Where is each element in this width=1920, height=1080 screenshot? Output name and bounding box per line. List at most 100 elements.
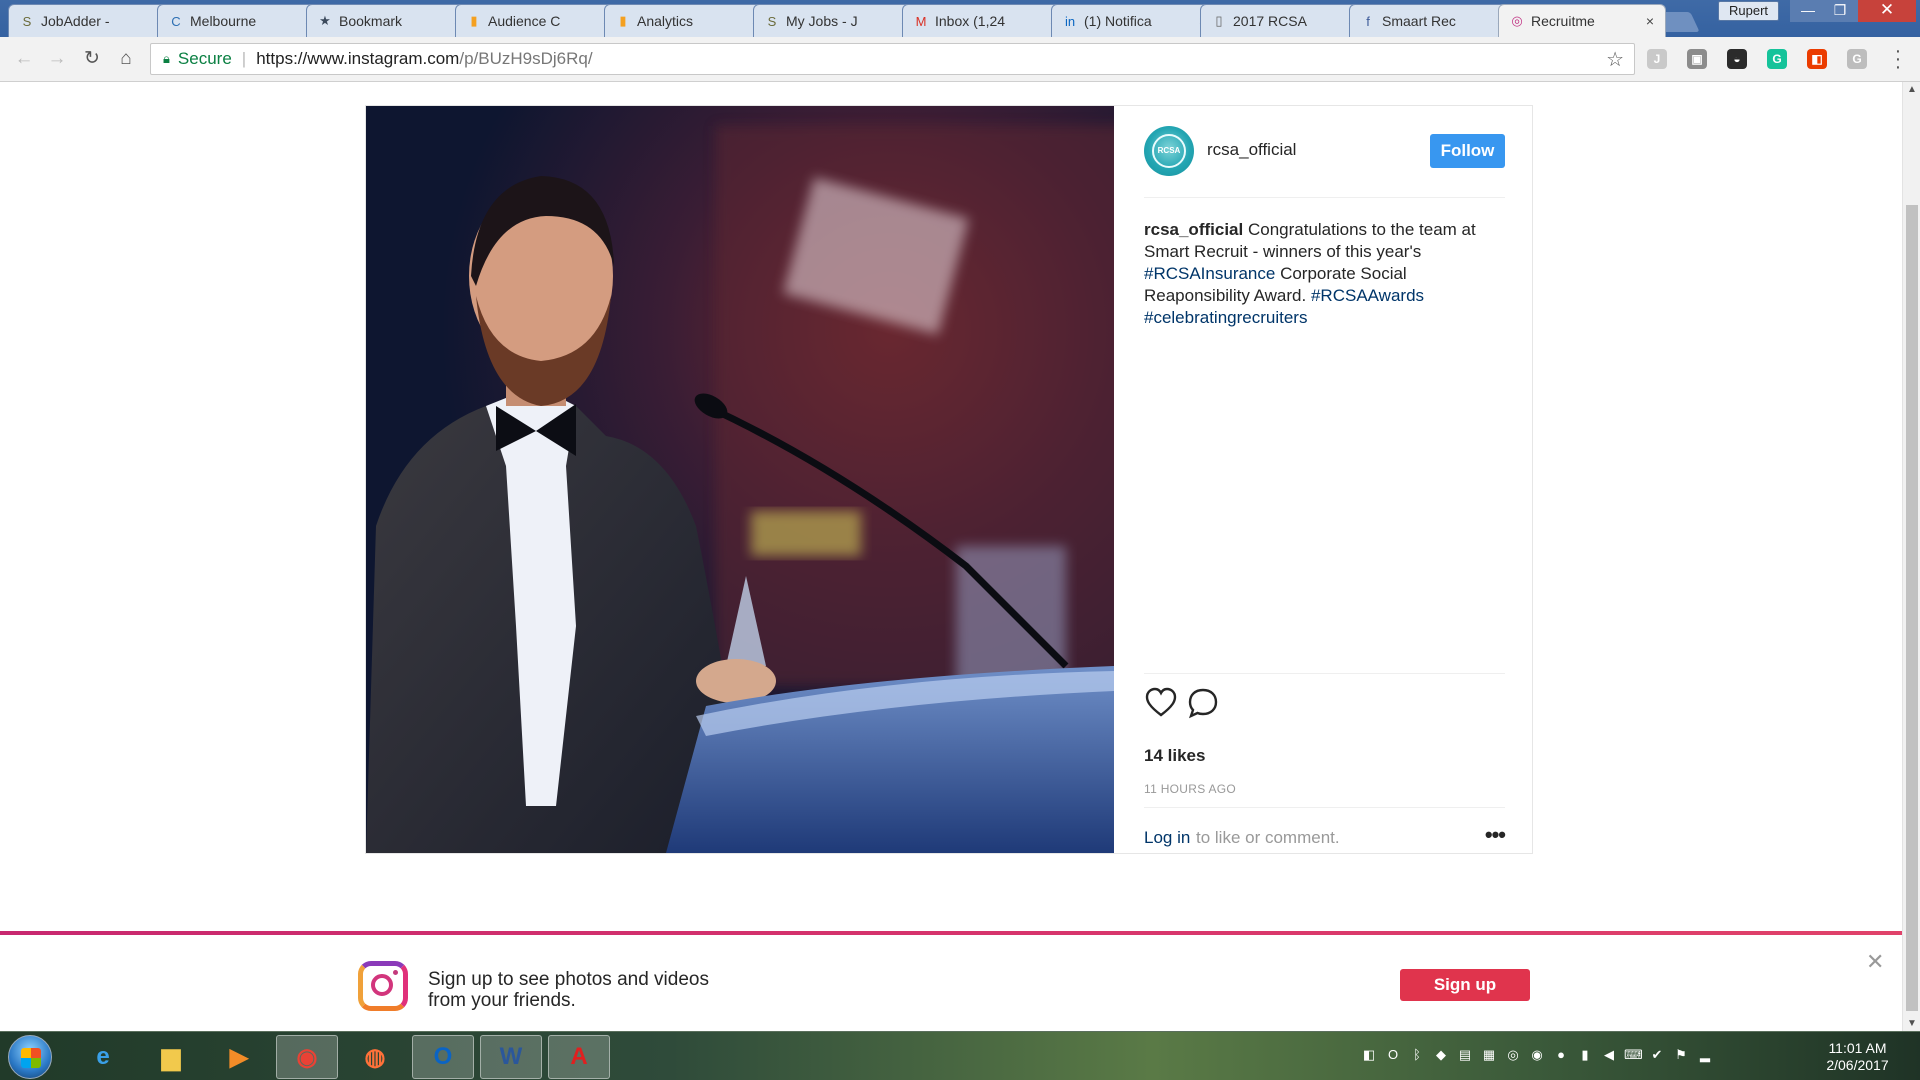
tab-close-icon[interactable]: × (1643, 13, 1657, 29)
recorder-icon[interactable]: ● (1552, 1046, 1570, 1064)
profile-button[interactable]: Rupert (1718, 1, 1780, 21)
webcam-icon[interactable]: ◎ (1504, 1046, 1522, 1064)
browser-tab[interactable]: ▮Analytics× (604, 4, 772, 37)
minimize-icon[interactable]: — (1790, 0, 1826, 22)
browser-menu-icon[interactable]: · · · (1893, 41, 1903, 77)
tab-label: (1) Notifica (1084, 13, 1152, 29)
notes-extension-icon[interactable]: ▣ (1687, 49, 1707, 69)
browser-tab[interactable]: in(1) Notifica× (1051, 4, 1219, 37)
volume-icon[interactable]: ◀ (1600, 1046, 1618, 1064)
grammarly-icon[interactable]: G (1767, 49, 1787, 69)
tab-label: Smaart Rec (1382, 13, 1456, 29)
comment-icon[interactable] (1186, 686, 1220, 720)
printer-icon[interactable]: ▦ (1480, 1046, 1498, 1064)
outlook-tray-icon[interactable]: O (1384, 1046, 1402, 1064)
office-tray-icon[interactable]: ◧ (1360, 1046, 1378, 1064)
forward-icon[interactable]: → (45, 47, 69, 71)
scroll-down-icon[interactable]: ▼ (1903, 1018, 1920, 1029)
scroll-up-icon[interactable]: ▲ (1903, 84, 1920, 95)
start-button[interactable] (8, 1035, 52, 1079)
keyboard-icon[interactable]: ⌨ (1624, 1046, 1643, 1064)
secure-label: Secure (177, 49, 232, 68)
jobadder-icon: S (767, 13, 777, 29)
tab-strip: SJobAdder -×CMelbourne×★Bookmark×▮Audien… (0, 0, 1920, 37)
jobadder-icon: S (22, 13, 32, 29)
tab-label: Inbox (1,24 (935, 13, 1006, 29)
address-bar[interactable]: 🔒︎ Secure | https://www.instagram.com /p… (150, 43, 1635, 75)
address-separator: | (241, 49, 247, 68)
security-icon[interactable]: ✔ (1648, 1046, 1666, 1064)
battery-icon[interactable]: ▮ (1576, 1046, 1594, 1064)
windows-taskbar: e ▆ ▶ ◉ ◍ O W A ◧ O ᛒ ◆ ▤ ▦ ◎ ◉ ● ▮ ◀ ⌨ ✔ ⚑ ▂ 11:01 AM 2/06/2… (0, 1031, 1920, 1080)
browser-tab[interactable]: fSmaart Rec× (1349, 4, 1517, 37)
page-scrollbar[interactable]: ▲ ▼ (1902, 82, 1920, 1031)
more-options-icon[interactable]: ••• (1485, 822, 1506, 848)
likes-count[interactable]: 14 likes (1144, 746, 1205, 766)
browser-toolbar: ← → ↻ ⌂ 🔒︎ Secure | https://www.instagra… (0, 37, 1920, 82)
tab-label: Audience C (488, 13, 561, 29)
browser-tab[interactable]: SMy Jobs - J× (753, 4, 921, 37)
instagram-logo-icon (358, 961, 408, 1011)
follow-button[interactable]: Follow (1430, 134, 1505, 168)
system-tray: ◧ O ᛒ ◆ ▤ ▦ ◎ ◉ ● ▮ ◀ ⌨ ✔ ⚑ ▂ (1360, 1046, 1714, 1066)
heart-icon[interactable] (1144, 686, 1178, 720)
browser-tab[interactable]: CMelbourne× (157, 4, 325, 37)
internet-explorer-icon[interactable]: e (72, 1035, 134, 1079)
post-timestamp: 11 HOURS AGO (1144, 782, 1237, 796)
chrome-tray-icon[interactable]: ◉ (1528, 1046, 1546, 1064)
browser-tab[interactable]: MInbox (1,24× (902, 4, 1070, 37)
lock-icon: 🔒︎ (163, 51, 170, 66)
linkedin-icon: in (1064, 13, 1076, 29)
back-icon[interactable]: ← (12, 47, 36, 71)
instagram-post: RCSA rcsa_official Follow rcsa_official … (365, 105, 1533, 854)
bluetooth-icon[interactable]: ᛒ (1408, 1046, 1426, 1064)
clock[interactable]: 11:01 AM 2/06/2017 (1810, 1040, 1905, 1074)
facebook-icon: f (1366, 13, 1370, 29)
dropbox-icon[interactable]: ◆ (1432, 1046, 1450, 1064)
browser-tab[interactable]: ▯2017 RCSA× (1200, 4, 1368, 37)
close-icon[interactable]: ✕ (1866, 949, 1884, 975)
avatar[interactable]: RCSA (1144, 126, 1194, 176)
firefox-icon[interactable]: ◍ (344, 1035, 406, 1079)
post-photo (366, 106, 1114, 853)
caption-username[interactable]: rcsa_official (1144, 220, 1243, 239)
hashtag-link[interactable]: #RCSAAwards (1311, 286, 1424, 305)
mask-extension-icon[interactable]: ◒ (1727, 49, 1747, 69)
g-extension-icon[interactable]: G (1847, 49, 1867, 69)
hashtag-link[interactable]: #RCSAInsurance (1144, 264, 1275, 283)
tab-label: Recruitme (1531, 13, 1595, 29)
maximize-icon[interactable]: ❐ (1822, 0, 1858, 22)
network-drive-icon[interactable]: ▤ (1456, 1046, 1474, 1064)
media-player-icon[interactable]: ▶ (208, 1035, 270, 1079)
post-header: RCSA rcsa_official Follow (1144, 126, 1505, 198)
home-icon[interactable]: ⌂ (114, 47, 138, 71)
post-actions (1144, 673, 1505, 719)
acrobat-icon[interactable]: A (548, 1035, 610, 1079)
j-extension-icon[interactable]: J (1647, 49, 1667, 69)
office-icon[interactable]: ◧ (1807, 49, 1827, 69)
word-icon[interactable]: W (480, 1035, 542, 1079)
browser-tab[interactable]: ◎ Recruitme × (1498, 4, 1666, 37)
post-username[interactable]: rcsa_official (1207, 140, 1296, 160)
flag-icon[interactable]: ⚑ (1672, 1046, 1690, 1064)
browser-tab[interactable]: SJobAdder -× (8, 4, 176, 37)
hashtag-link[interactable]: #celebratingrecruiters (1144, 308, 1307, 327)
instagram-page: RCSA rcsa_official Follow rcsa_official … (0, 82, 1902, 1031)
login-link[interactable]: Log in (1144, 828, 1190, 848)
signal-icon[interactable]: ▂ (1696, 1046, 1714, 1064)
browser-tab[interactable]: ▮Audience C× (455, 4, 623, 37)
chrome-icon[interactable]: ◉ (276, 1035, 338, 1079)
instagram-icon: ◎ (1511, 13, 1523, 28)
reload-icon[interactable]: ↻ (80, 47, 104, 71)
signup-button[interactable]: Sign up (1400, 969, 1530, 1001)
browser-tab[interactable]: ★Bookmark× (306, 4, 474, 37)
signup-prompt-line1: Sign up to see photos and videos (428, 969, 709, 990)
clock-time: 11:01 AM (1828, 1040, 1887, 1056)
scrollbar-thumb[interactable] (1906, 205, 1918, 1011)
outlook-icon[interactable]: O (412, 1035, 474, 1079)
analytics-icon: ▮ (619, 13, 627, 28)
signup-prompt-line2: from your friends. (428, 990, 576, 1011)
file-explorer-icon[interactable]: ▆ (140, 1035, 202, 1079)
bookmark-star-icon[interactable]: ☆ (1606, 47, 1624, 72)
window-close-icon[interactable]: ✕ (1858, 0, 1916, 22)
